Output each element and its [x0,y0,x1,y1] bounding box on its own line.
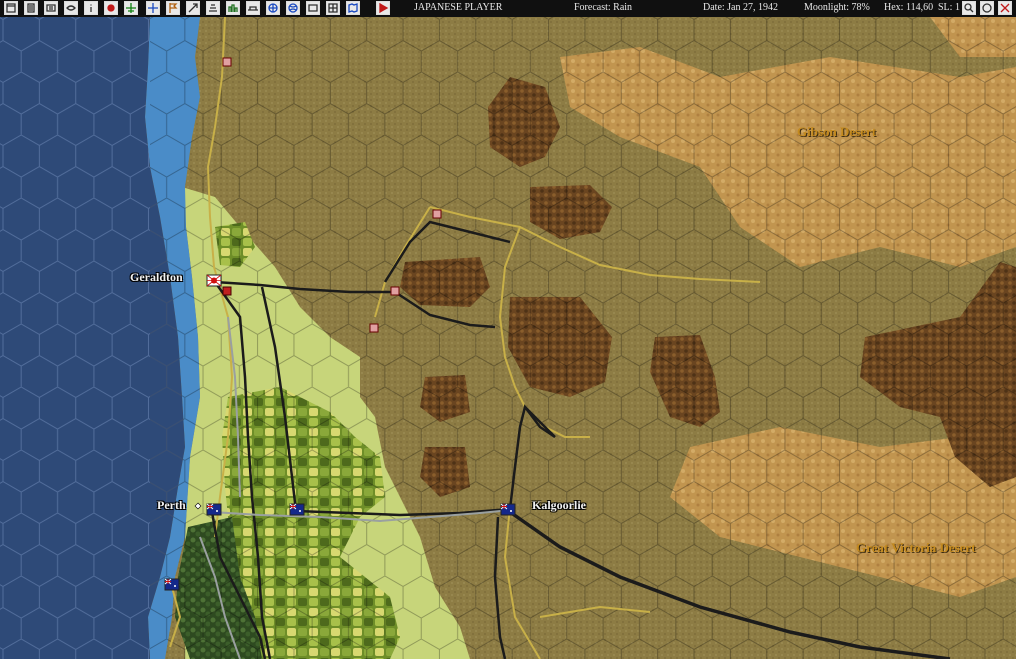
air-group-icon [126,3,136,13]
date-readout: Date: Jan 27, 1942 [703,2,778,13]
strategic-map[interactable]: Geraldton Perth Kalgoorlie Gibson Desert… [0,17,1016,659]
game-window: JAPANESE PLAYER Forecast: Rain Date: Jan… [0,0,1016,659]
center-button[interactable] [980,1,994,15]
base-list-button[interactable] [44,1,58,15]
move-icon [188,3,198,13]
flag-button[interactable] [166,1,180,15]
moonlight-readout: Moonlight: 78% [804,2,870,13]
fleet-button[interactable] [146,1,160,15]
map-canvas[interactable] [0,17,1016,659]
map-icon [348,3,358,13]
window-button[interactable] [4,1,18,15]
australia-unit-flag-icon[interactable] [500,503,516,516]
convoy-icon [248,6,258,11]
japan-flag-icon [107,4,115,12]
land-hex-grid [150,17,1016,659]
window-icon [6,3,16,13]
base-marker [222,57,232,67]
region-label-gibson-desert: Gibson Desert [797,124,877,139]
earth-icon [288,3,298,13]
japan-flag-button[interactable] [104,1,118,15]
australia-unit-flag-icon[interactable] [164,578,180,591]
ship-list-icon [66,5,76,11]
earth-button[interactable] [286,1,300,15]
production-button[interactable] [226,1,240,15]
report-button[interactable] [24,1,38,15]
close-icon [1000,3,1010,13]
player-indicator: JAPANESE PLAYER [414,2,503,13]
flag-icon [169,3,178,13]
australia-unit-flag-icon[interactable] [289,503,305,516]
fleet-icon [148,3,158,13]
ship-list-button[interactable] [64,1,78,15]
globe-icon [268,3,278,13]
sl-readout: SL: 1 [938,2,960,13]
base-marker [222,286,232,296]
base-marker [390,286,400,296]
info-button[interactable] [84,1,98,15]
base-marker [432,209,442,219]
japan-unit-flag-icon[interactable] [206,274,222,287]
info-icon [90,4,92,12]
report-icon [27,3,35,13]
base-marker [369,323,379,333]
city-label-kalgoorlie[interactable]: Kalgoorlie [532,498,586,513]
hex-readout: Hex: 114,60 [884,2,934,13]
center-icon [982,3,992,13]
forecast-readout: Forecast: Rain [574,2,633,13]
map-button[interactable] [346,1,360,15]
convoy-button[interactable] [246,1,260,15]
city-label-geraldton[interactable]: Geraldton [130,270,183,285]
play-turn-button[interactable] [376,1,390,15]
production-icon [228,4,238,12]
air-group-button[interactable] [124,1,138,15]
region-label-great-victoria-desert: Great Victoria Desert [856,540,976,555]
move-button[interactable] [186,1,200,15]
base-list-icon [46,4,56,12]
globe-button[interactable] [266,1,280,15]
grid-button[interactable] [326,1,340,15]
transfer-icon [209,4,217,12]
australia-unit-flag-icon[interactable] [206,503,222,516]
close-button[interactable] [998,1,1012,15]
grid-icon [328,3,338,13]
transfer-button[interactable] [206,1,220,15]
city-label-perth[interactable]: Perth [157,498,186,513]
play-turn-icon [379,2,389,14]
zoom-button[interactable] [962,1,976,15]
toolbar: JAPANESE PLAYER Forecast: Rain Date: Jan… [0,0,1016,18]
ops-icon [308,4,318,12]
zoom-icon [964,3,974,13]
ops-button[interactable] [306,1,320,15]
